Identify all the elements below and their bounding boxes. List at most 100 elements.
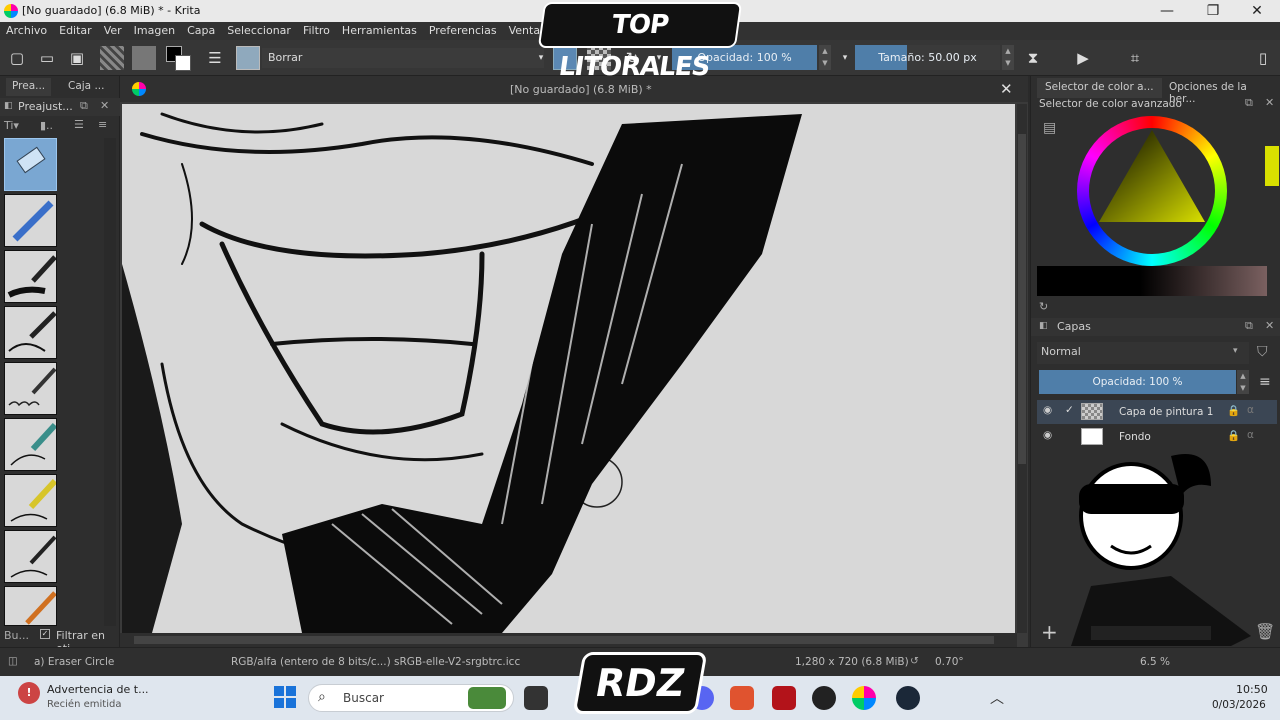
wrap-around-icon[interactable]: ⌗	[1124, 47, 1146, 69]
brush-preset-thumb[interactable]	[236, 46, 260, 70]
open-document-icon[interactable]: ▭	[36, 47, 58, 69]
document-dimensions: 1,280 x 720 (6.8 MiB)	[795, 656, 909, 668]
canvas-horizontal-scrollbar[interactable]	[120, 633, 1017, 647]
clock-date[interactable]: 0/03/2026	[1212, 699, 1266, 711]
menu-preferencias[interactable]: Preferencias	[423, 22, 503, 37]
layers-menu-icon[interactable]: ≡	[1259, 374, 1271, 390]
valorant-icon[interactable]	[772, 686, 796, 710]
zoom-level[interactable]: 6.5 %	[1140, 656, 1170, 668]
list-view-icon[interactable]: ☰	[74, 118, 84, 131]
alpha-lock-icon[interactable]: α	[1247, 404, 1254, 416]
fg-bg-color-icon[interactable]	[166, 46, 192, 72]
mirror-vertical-icon[interactable]: ▶	[1072, 47, 1094, 69]
rotation-value[interactable]: 0.70°	[935, 656, 964, 668]
brush-preset-name[interactable]: Borrar	[262, 48, 544, 68]
search-highlight-icon[interactable]	[468, 687, 506, 709]
color-settings-icon[interactable]: ▤	[1043, 120, 1056, 136]
menu-imagen[interactable]: Imagen	[128, 22, 181, 37]
filter-icon[interactable]: ⛉	[1257, 344, 1268, 360]
task-view-icon[interactable]	[524, 686, 548, 710]
notification-title[interactable]: Advertencia de t...	[47, 683, 149, 696]
tab-toolbox[interactable]: Caja ...	[62, 78, 110, 96]
preset-ink-pen-1[interactable]	[4, 250, 57, 303]
rotation-icon[interactable]: ↺	[910, 655, 919, 667]
close-window-button[interactable]: ✕	[1234, 0, 1280, 22]
close-icon[interactable]: ✕	[100, 99, 109, 112]
alpha-lock-icon[interactable]: α	[1247, 429, 1254, 441]
obs-icon[interactable]	[812, 686, 836, 710]
brush-settings-icon[interactable]: ☰	[204, 47, 226, 69]
windows-start-icon[interactable]	[274, 686, 296, 708]
close-document-icon[interactable]: ✕	[1000, 80, 1013, 98]
layer-opacity-slider[interactable]: Opacidad: 100 %	[1039, 370, 1236, 394]
size-spinner[interactable]: ▲ ▼	[1002, 45, 1014, 70]
preset-fineliner[interactable]	[4, 530, 57, 583]
preset-eraser[interactable]	[4, 138, 57, 191]
menu-filtro[interactable]: Filtro	[297, 22, 336, 37]
layer-row[interactable]: ◉ ✓ Capa de pintura 1 🔒 α	[1037, 400, 1277, 424]
preset-marker-teal[interactable]	[4, 418, 57, 471]
tag-dropdown[interactable]: Ti▾	[4, 119, 19, 132]
preset-ink-pen-2[interactable]	[4, 306, 57, 359]
close-icon[interactable]: ✕	[1265, 96, 1274, 109]
tab-color-selector[interactable]: Selector de color a...	[1037, 78, 1162, 98]
layer-name[interactable]: Fondo	[1119, 431, 1151, 443]
filter-checkbox[interactable]: ✓	[40, 629, 50, 639]
visibility-eye-icon[interactable]: ◉	[1043, 429, 1052, 441]
clock-time[interactable]: 10:50	[1236, 683, 1268, 696]
canvas-vertical-scrollbar[interactable]	[1017, 104, 1027, 633]
close-icon[interactable]: ✕	[1265, 319, 1274, 332]
maximize-button[interactable]: ❐	[1190, 0, 1236, 22]
warning-icon[interactable]: !	[18, 682, 40, 704]
save-icon[interactable]: ▣	[66, 47, 88, 69]
chevron-up-icon[interactable]: ︿	[990, 688, 1004, 708]
mirror-horizontal-icon[interactable]: ⧗	[1022, 47, 1044, 69]
brave-icon[interactable]	[730, 686, 754, 710]
preset-ink-pen-3[interactable]	[4, 362, 57, 415]
opacity-spinner[interactable]: ▲ ▼	[819, 45, 831, 70]
tab-presets[interactable]: Prea...	[6, 78, 52, 96]
color-selector-title: Selector de color avanzado	[1039, 98, 1182, 110]
color-hue-ring[interactable]	[1077, 116, 1227, 266]
minimize-button[interactable]: —	[1144, 0, 1190, 22]
bookmark-icon[interactable]: ▮..	[40, 119, 53, 132]
size-slider[interactable]: Tamaño: 50.00 px	[855, 45, 1000, 70]
layer-name[interactable]: Capa de pintura 1	[1119, 406, 1213, 418]
float-icon[interactable]: ⧉	[1245, 96, 1253, 110]
menu-capa[interactable]: Capa	[181, 22, 221, 37]
presets-search-tab[interactable]: Bu...	[4, 629, 29, 642]
canvas-window: [No guardado] (6.8 MiB) * ✕	[120, 76, 1028, 647]
lock-icon[interactable]: 🔒	[1227, 404, 1240, 417]
preset-pencil-blue[interactable]	[4, 194, 57, 247]
steam-icon[interactable]	[896, 686, 920, 710]
lock-icon[interactable]: 🔒	[1227, 429, 1240, 442]
preset-pencil-yellow[interactable]	[4, 474, 57, 527]
current-color-swatch	[1265, 146, 1279, 186]
tab-tool-options[interactable]: Opciones de la her...	[1161, 78, 1280, 105]
blend-mode-select[interactable]: Normal	[1037, 342, 1249, 364]
menu-icon[interactable]: ≡	[98, 118, 107, 131]
menu-seleccionar[interactable]: Seleccionar	[221, 22, 297, 37]
layer-opacity-spinner[interactable]: ▲ ▼	[1237, 370, 1249, 394]
gradient-swatch[interactable]	[100, 46, 124, 70]
layer-check-icon[interactable]: ✓	[1065, 404, 1074, 416]
presets-scrollbar[interactable]	[104, 138, 116, 626]
menu-editar[interactable]: Editar	[53, 22, 98, 37]
float-icon[interactable]: ⧉	[80, 99, 88, 113]
new-document-icon[interactable]: ▢	[6, 47, 28, 69]
chevron-down-icon[interactable]: ▾	[530, 47, 552, 69]
preset-brush-orange[interactable]	[4, 586, 57, 626]
pattern-swatch[interactable]	[132, 46, 156, 70]
krita-taskbar-icon[interactable]	[852, 686, 876, 710]
selection-icon[interactable]: ◫	[8, 655, 18, 667]
drawing-canvas[interactable]	[122, 104, 1015, 633]
menu-ver[interactable]: Ver	[98, 22, 128, 37]
menu-herramientas[interactable]: Herramientas	[336, 22, 423, 37]
menu-archivo[interactable]: Archivo	[0, 22, 53, 37]
visibility-eye-icon[interactable]: ◉	[1043, 404, 1052, 416]
color-shade-slider[interactable]	[1037, 266, 1267, 296]
dock-layout-icon[interactable]: ▯	[1252, 47, 1274, 69]
chevron-down-icon[interactable]: ▾	[834, 47, 856, 69]
refresh-icon[interactable]: ↻	[1039, 300, 1048, 313]
float-icon[interactable]: ⧉	[1245, 319, 1253, 333]
